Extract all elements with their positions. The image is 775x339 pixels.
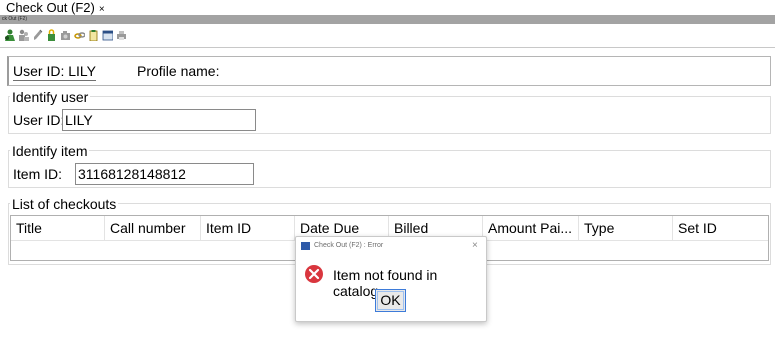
- user-id-label: User ID:: [13, 112, 65, 128]
- item-id-label: Item ID:: [13, 166, 63, 182]
- lock-icon[interactable]: [46, 29, 57, 41]
- strip-title: ck Out (F2): [2, 16, 28, 22]
- profile-name-label: Profile name:: [137, 63, 220, 79]
- clipboard-icon[interactable]: [88, 29, 99, 41]
- tab-close-icon[interactable]: ×: [99, 4, 105, 15]
- toolbar-divider: [0, 47, 775, 48]
- ok-button[interactable]: OK: [375, 289, 406, 312]
- user-checkout-icon[interactable]: [4, 29, 15, 41]
- column-header-type[interactable]: Type: [579, 216, 673, 240]
- column-header-title[interactable]: Title: [11, 216, 105, 240]
- user-id-link[interactable]: User ID: LILY: [13, 63, 96, 81]
- tab-title: Check Out (F2): [6, 0, 95, 15]
- chain-icon[interactable]: [74, 29, 85, 41]
- dialog-title: Check Out (F2) : Error: [314, 242, 384, 249]
- checkouts-title: List of checkouts: [10, 196, 119, 212]
- user-info-bar: User ID: LILY Profile name:: [7, 56, 771, 86]
- column-header-set-id[interactable]: Set ID: [673, 216, 768, 240]
- app-icon: [301, 242, 310, 250]
- toolbar: [4, 28, 127, 42]
- tab-bar: Check Out (F2) ×: [0, 0, 775, 16]
- column-header-item-id[interactable]: Item ID: [201, 216, 295, 240]
- column-header-call-number[interactable]: Call number: [105, 216, 201, 240]
- item-id-input[interactable]: 31168128148812: [75, 163, 254, 185]
- calendar-icon[interactable]: [102, 29, 113, 41]
- close-icon[interactable]: ×: [472, 240, 478, 251]
- user-id-input[interactable]: LILY: [62, 109, 256, 131]
- column-header-amount-paid[interactable]: Amount Pai...: [483, 216, 579, 240]
- users-icon[interactable]: [18, 29, 29, 41]
- window-title-strip: [0, 15, 775, 24]
- error-dialog: Check Out (F2) : Error × Item not found …: [295, 236, 487, 322]
- error-message: Item not found in catalog: [333, 267, 438, 299]
- error-icon: [304, 264, 324, 289]
- identify-user-title: Identify user: [10, 89, 91, 105]
- edit-icon[interactable]: [32, 29, 43, 41]
- camera-icon[interactable]: [60, 29, 71, 41]
- printer-icon[interactable]: [116, 29, 127, 41]
- ok-button-label: OK: [380, 292, 401, 308]
- identify-item-title: Identify item: [10, 143, 90, 159]
